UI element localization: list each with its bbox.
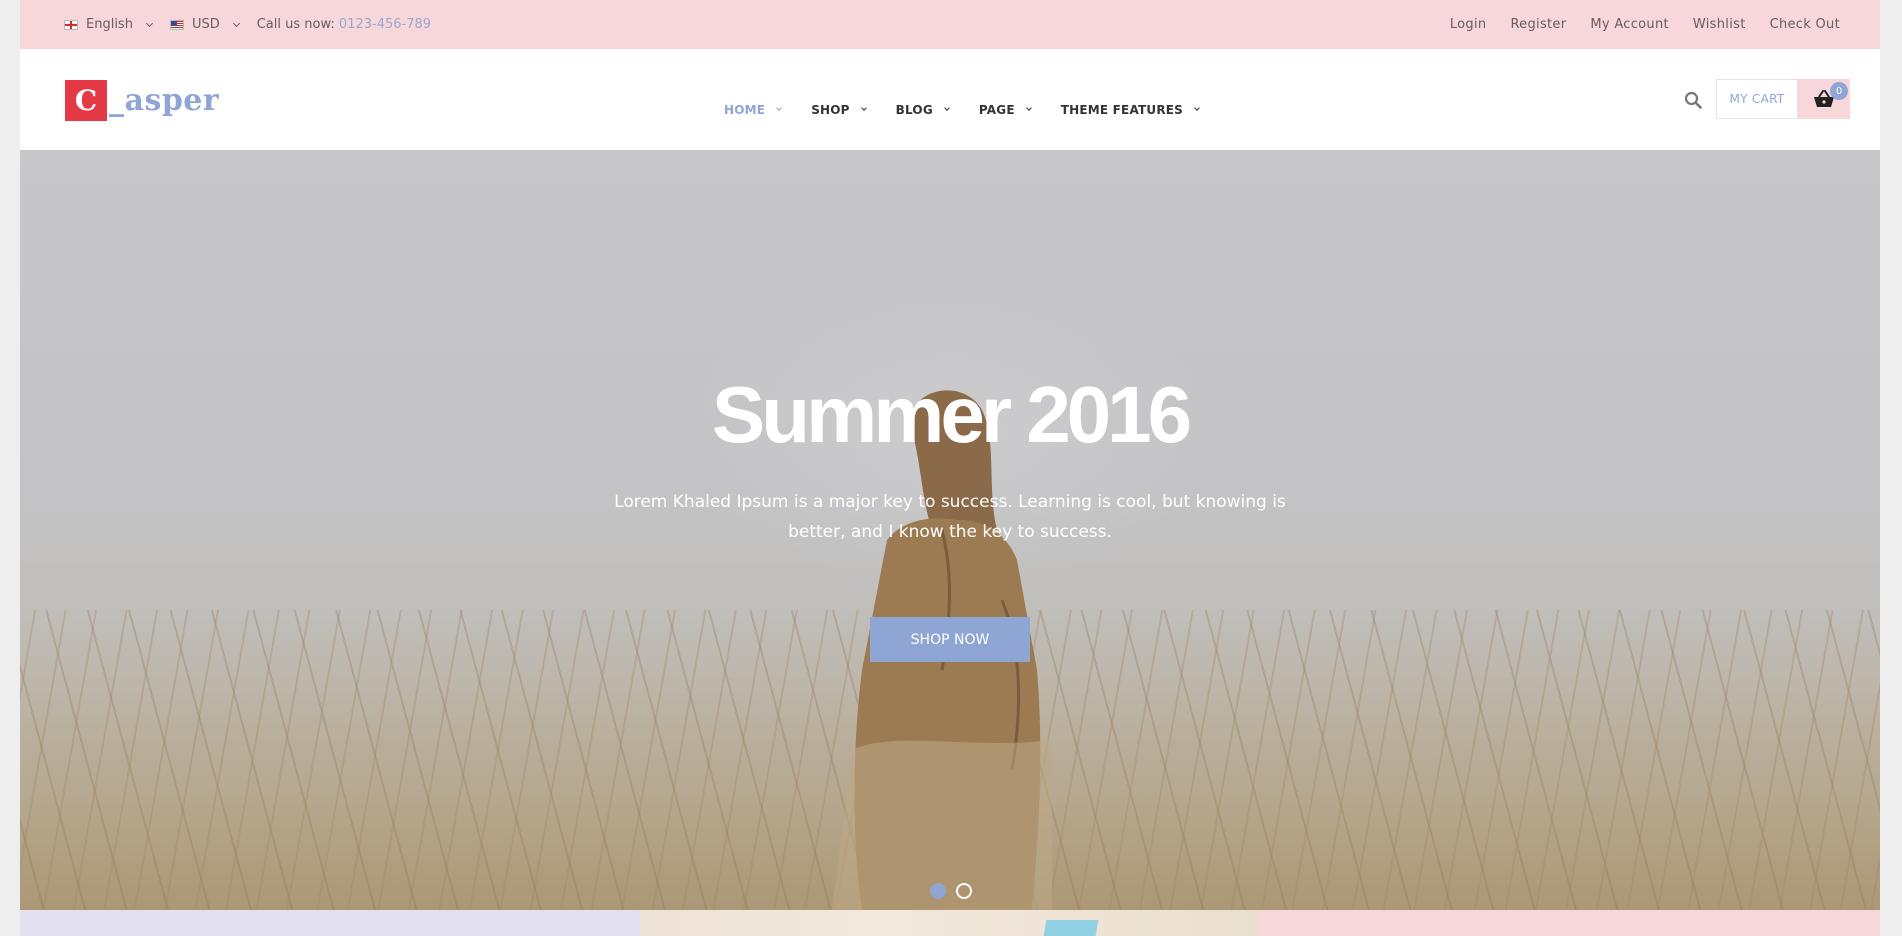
nav-label: THEME FEATURES [1060,102,1184,117]
banner-right[interactable] [1260,910,1880,936]
nav-item-shop[interactable]: SHOP [811,102,867,117]
chevron-down-icon [776,105,783,111]
header: C _asper HOME SHOP BLOG PAGE THEME FEATU… [20,49,1880,150]
uk-flag-icon [64,19,78,30]
currency-selector[interactable]: USD [169,17,240,32]
hero-text: Lorem Khaled Ipsum is a major key to suc… [614,492,1286,542]
banner-center-image [1043,920,1099,936]
slider-dot-2[interactable] [956,883,972,899]
language-label: English [86,17,133,32]
top-bar-left: English USD Call us now: 0123-456-789 [64,0,431,49]
search-icon[interactable] [1684,91,1702,109]
language-selector[interactable]: English [64,17,153,32]
banner-strip [20,910,1880,936]
cart-button[interactable]: 0 [1798,79,1850,119]
slider-dot-1[interactable] [930,883,946,899]
cart-label[interactable]: MY CART [1716,79,1798,119]
call-label: Call us now: [256,17,335,32]
hero-slider: Summer 2016 Lorem Khaled Ipsum is a majo… [20,150,1880,910]
call-info: Call us now: 0123-456-789 [257,17,431,32]
wishlist-link[interactable]: Wishlist [1693,17,1746,32]
slider-pagination [930,883,972,899]
nav-item-page[interactable]: PAGE [978,102,1032,117]
nav-item-blog[interactable]: BLOG [895,102,950,117]
mini-cart[interactable]: MY CART 0 [1716,79,1850,119]
chevron-down-icon [145,19,153,27]
nav-label: BLOG [895,102,933,117]
chevron-down-icon [1025,105,1032,111]
cart-count-badge: 0 [1830,82,1848,100]
register-link[interactable]: Register [1510,17,1566,32]
chevron-down-icon [944,105,950,111]
top-bar-links: Login Register My Account Wishlist Check… [1450,0,1840,49]
shop-now-button[interactable]: SHOP NOW [870,617,1030,662]
checkout-link[interactable]: Check Out [1770,17,1840,32]
us-flag-icon [169,19,184,30]
main-nav: HOME SHOP BLOG PAGE THEME FEATURES [724,49,1229,150]
chevron-down-icon [232,19,240,27]
page: English USD Call us now: 0123-456-789 Lo… [20,0,1880,936]
nav-label: PAGE [978,102,1015,117]
nav-label: SHOP [811,102,850,117]
my-account-link[interactable]: My Account [1590,17,1669,32]
currency-label: USD [191,17,220,32]
nav-label: HOME [724,102,766,117]
chevron-down-icon [860,105,867,111]
logo[interactable]: C _asper [65,80,219,121]
chevron-down-icon [1194,105,1200,111]
nav-item-home[interactable]: HOME [724,102,783,117]
banner-center[interactable] [640,910,1260,936]
login-link[interactable]: Login [1450,17,1487,32]
hero-title: Summer 2016 [711,370,1192,459]
banner-left[interactable] [20,910,640,936]
top-bar: English USD Call us now: 0123-456-789 Lo… [20,0,1880,49]
phone-number[interactable]: 0123-456-789 [339,17,431,32]
logo-text: _asper [109,82,220,118]
logo-mark: C [65,80,107,121]
nav-item-theme-features[interactable]: THEME FEATURES [1060,102,1200,117]
